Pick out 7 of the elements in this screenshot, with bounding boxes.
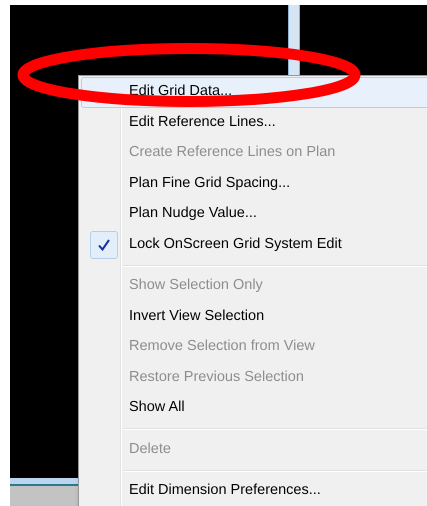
menu-item[interactable]: Plan Fine Grid Spacing... — [81, 168, 427, 199]
menu-item[interactable]: Show All — [81, 393, 427, 424]
menu-item[interactable]: Edit Reference Lines... — [81, 108, 427, 138]
menu-item[interactable]: Plan Nudge Value... — [81, 199, 427, 230]
menu-item[interactable]: Invert View Selection — [81, 302, 427, 332]
menu-item[interactable]: Lock OnScreen Grid System Edit — [81, 230, 427, 260]
menu-item[interactable]: Edit Dimension Preferences... — [81, 476, 427, 506]
